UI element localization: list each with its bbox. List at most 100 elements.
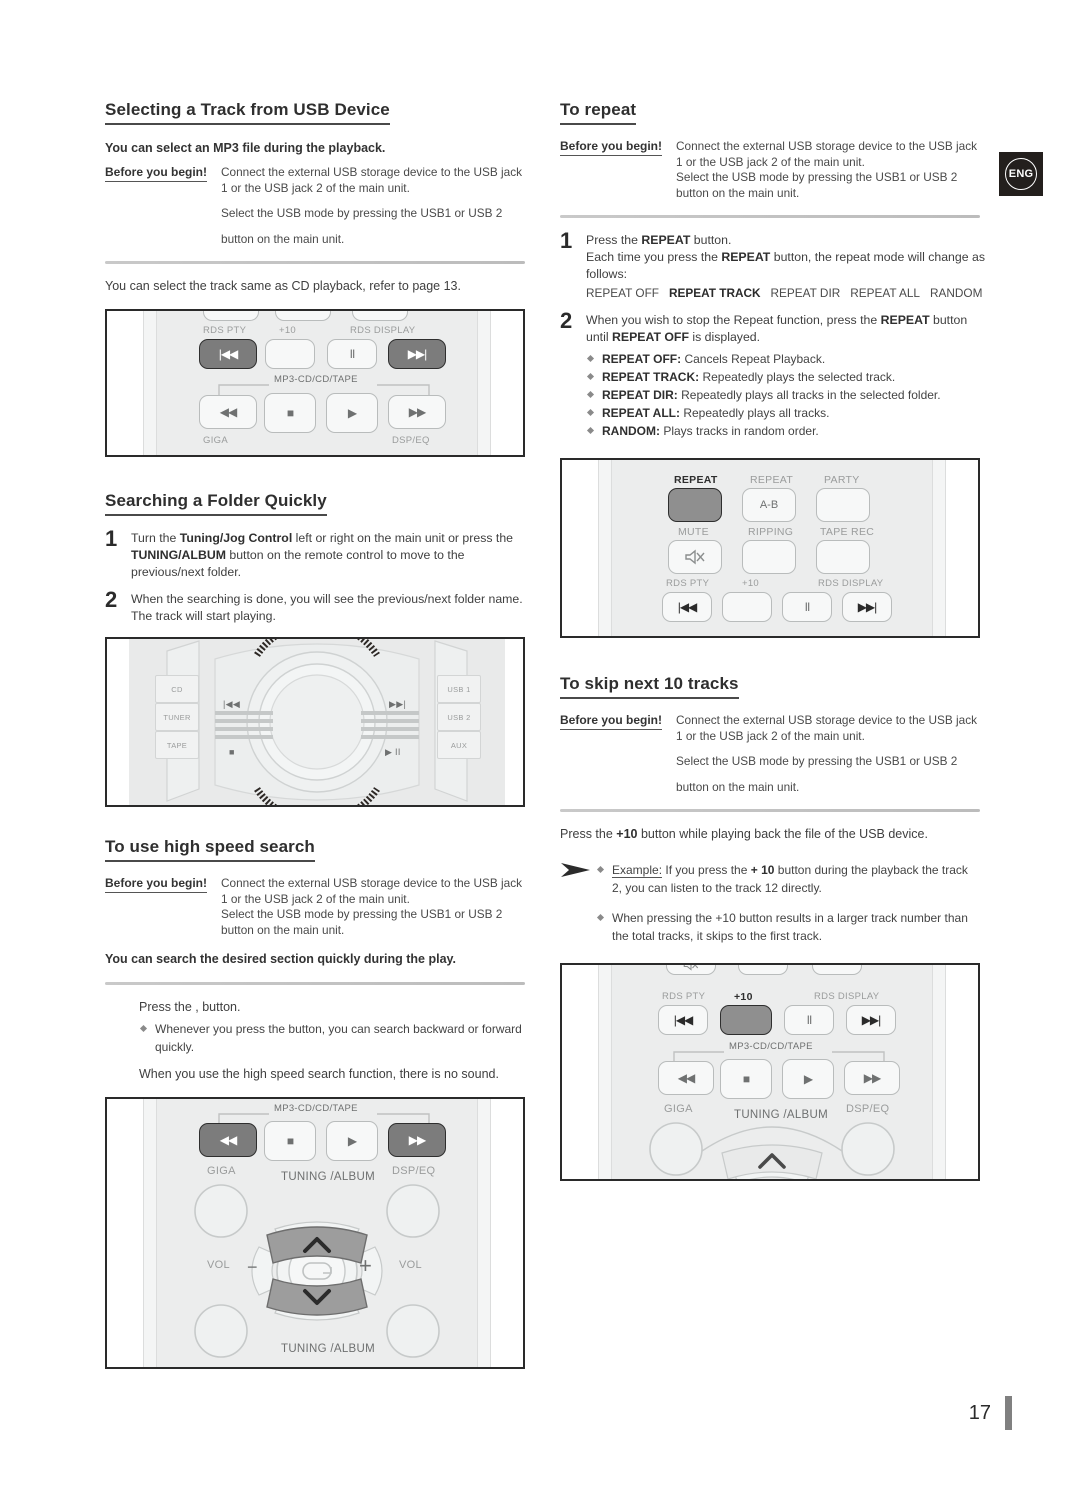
dpad-outline: [194, 1183, 440, 1358]
note-arrow-icon: [560, 857, 596, 879]
label-dsp-eq: DSP/EQ: [392, 435, 430, 446]
label-rds-pty-2: RDS PTY: [666, 578, 710, 589]
diamond-bullet-icon: [586, 390, 595, 399]
volume-plus-icon: +: [359, 1252, 373, 1278]
section-heading-searching-folder: Searching a Folder Quickly: [105, 491, 525, 516]
button-pause-2: II: [782, 592, 832, 622]
ab-label: A-B: [759, 499, 779, 511]
before-you-begin-body-2: Connect the external USB storage device …: [221, 876, 522, 938]
button-fast-forward-3: ▶▶: [844, 1060, 900, 1095]
byb-line-2: 1 or the USB jack 2 of the main unit.: [221, 180, 410, 195]
step-2-searching-folder: 2 When the searching is done, you will s…: [105, 589, 525, 625]
press-button-line: Press the , button.: [139, 999, 241, 1014]
main-button-usb1: USB 1: [437, 675, 481, 703]
before-you-begin-block-4: Before you begin! Connect the external U…: [560, 713, 980, 795]
button-stop-3: ■: [720, 1058, 772, 1099]
figure-remote-search-tuning: MP3-CD/CD/TAPE ◀◀ ■ ▶ ▶▶ GIGA DSP/EQ TUN…: [105, 1096, 525, 1369]
button-party: [816, 488, 870, 522]
figure-remote-plus10: RDS PTY +10 RDS DISPLAY |◀◀ II ▶▶| MP3-C…: [560, 962, 980, 1181]
step-2-to-repeat: 2 When you wish to stop the Repeat funct…: [560, 310, 980, 440]
button-prev-track-2: |◀◀: [662, 592, 712, 622]
label-repeat: REPEAT: [674, 474, 718, 486]
label-vol-left: VOL: [207, 1258, 230, 1271]
play-icon: ▶: [347, 1133, 357, 1148]
label-dsp-eq-3: DSP/EQ: [846, 1102, 890, 1115]
high-speed-bullets: Whenever you press the button, you can s…: [139, 1020, 525, 1056]
label-giga-2: GIGA: [207, 1164, 236, 1177]
label-plus10-2: +10: [742, 578, 760, 589]
right-column: To repeat Before you begin! Connect the …: [560, 100, 985, 1181]
repeat-mode-sequence: REPEAT OFF REPEAT TRACK REPEAT DIR REPEAT A…: [586, 285, 992, 302]
button-play-3: ▶: [782, 1058, 834, 1099]
diamond-bullet-icon: [596, 865, 605, 873]
list-item: When pressing the +10 button results in …: [596, 909, 980, 945]
list-item: REPEAT DIR: Repeatedly plays all tracks …: [586, 386, 980, 404]
button-plus10-2: [722, 592, 772, 622]
button-fast-forward: ▶▶: [388, 395, 446, 429]
label-rds-pty-3: RDS PTY: [662, 990, 706, 1002]
step-1-searching-folder: 1 Turn the Tuning/Jog Control left or ri…: [105, 528, 525, 581]
page-number: 17: [968, 1401, 991, 1424]
list-item: Example: If you press the + 10 button du…: [596, 861, 980, 897]
button-next-track-3: ▶▶|: [846, 1004, 896, 1035]
byb4-line-4: button on the main unit.: [676, 779, 800, 794]
label-plus10: +10: [279, 325, 297, 336]
language-badge-label: ENG: [1005, 158, 1037, 190]
before-you-begin-body-4: Connect the external USB storage device …: [676, 713, 977, 795]
selecting-track-after-note: You can select the track same as CD play…: [105, 279, 461, 293]
button-next-track: ▶▶|: [388, 339, 446, 369]
repeat-mode-all: REPEAT ALL: [850, 286, 920, 300]
fast-forward-icon: ▶▶: [863, 1070, 881, 1085]
stop-icon: ■: [286, 1133, 294, 1148]
manual-page: ENG Selecting a Track from USB Device Yo…: [0, 0, 1080, 1485]
figure-remote-repeat-buttons: REPEAT REPEAT PARTY A-B MUTE RIPPING TAP…: [560, 458, 980, 638]
play-icon: ▶: [803, 1071, 813, 1086]
next-track-icon: ▶▶|: [857, 600, 878, 614]
label-rds-display-2: RDS DISPLAY: [818, 578, 884, 589]
next-track-icon: ▶▶|: [407, 347, 428, 361]
button-play: ▶: [326, 393, 378, 433]
selecting-track-intro: You can select an MP3 file during the pl…: [105, 141, 386, 155]
rewind-icon: ◀◀: [677, 1070, 695, 1085]
pause-icon: II: [804, 600, 811, 614]
button-next-track-2: ▶▶|: [842, 592, 892, 622]
example-term: Example:: [612, 862, 663, 878]
high-speed-search-note: You can search the desired section quick…: [105, 952, 457, 966]
mute-icon: [685, 549, 705, 565]
divider-2: [105, 982, 525, 985]
button-tape-rec: [816, 540, 870, 574]
main-stop-icon: ■: [229, 747, 235, 757]
list-item: Whenever you press the button, you can s…: [139, 1020, 525, 1056]
label-rds-display: RDS DISPLAY: [350, 325, 416, 336]
byb2-line-4: button on the main unit.: [221, 922, 345, 937]
main-button-aux: AUX: [437, 731, 481, 759]
language-badge: ENG: [999, 152, 1043, 196]
repeat-mode-bullets: REPEAT OFF: Cancels Repeat Playback. REP…: [586, 350, 980, 440]
note-bullets-2: When pressing the +10 button results in …: [596, 909, 980, 945]
byb-line-4: button on the main unit.: [221, 231, 345, 246]
rewind-icon: ◀◀: [219, 405, 237, 419]
pause-icon: II: [349, 347, 356, 361]
pause-icon: II: [806, 1012, 813, 1027]
button-ripping: [742, 540, 796, 574]
main-button-cd: CD: [155, 675, 199, 703]
volume-minus-icon: −: [247, 1256, 258, 1277]
step-2-text: When the searching is done, you will see…: [131, 592, 523, 623]
button-rewind-2: ◀◀: [199, 1122, 257, 1157]
fast-forward-icon: ▶▶: [408, 405, 426, 419]
prev-track-icon: |◀◀: [673, 1012, 694, 1027]
page-number-bar: [1005, 1396, 1012, 1430]
label-mute: MUTE: [678, 526, 709, 538]
before-you-begin-block-3: Before you begin! Connect the external U…: [560, 139, 980, 201]
diamond-bullet-icon: [586, 372, 595, 381]
byb-line-3: Select the USB mode by pressing the USB1…: [221, 206, 503, 220]
button-mute-partial: [666, 964, 716, 975]
press-plus10-line: Press the +10 button while playing back …: [560, 826, 928, 841]
note-block: Example: If you press the + 10 button du…: [560, 857, 980, 945]
label-tape-rec: TAPE REC: [820, 526, 875, 538]
repeat-mode-random: RANDOM: [929, 286, 983, 300]
list-item: REPEAT TRACK: Repeatedly plays the selec…: [586, 368, 980, 386]
diamond-bullet-icon: [586, 354, 595, 363]
main-button-tuner: TUNER: [155, 703, 199, 731]
before-you-begin-label-3: Before you begin!: [560, 139, 663, 156]
